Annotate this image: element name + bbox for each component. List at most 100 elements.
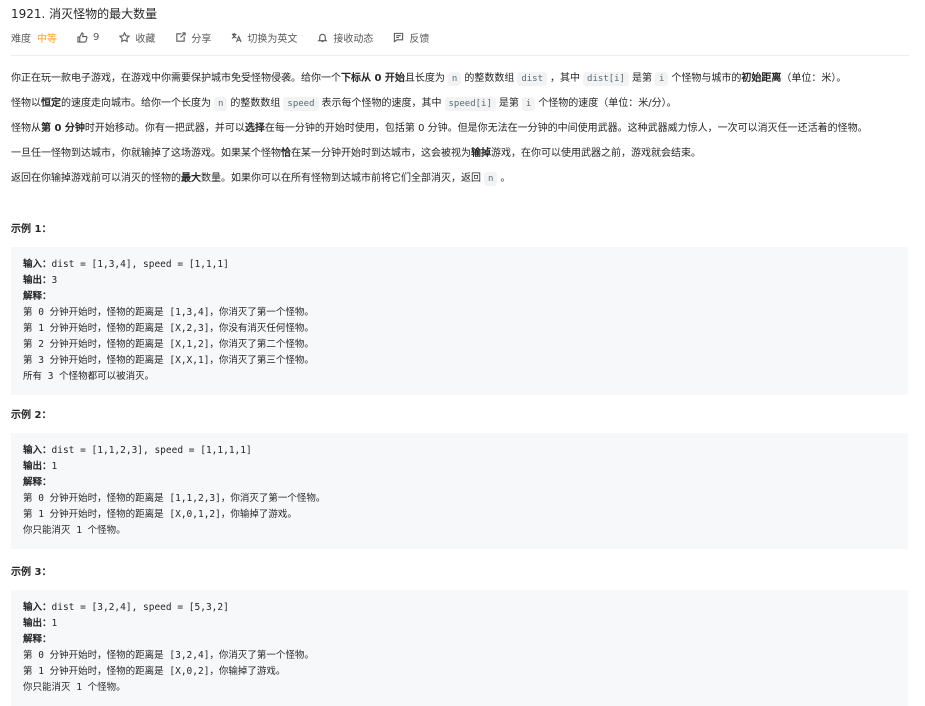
explanation-line: 第 0 分钟开始时，怪物的距离是 [1,3,4]，你消灭了第一个怪物。 [23,307,314,318]
explain-label: 解释： [23,477,52,488]
example-input-line: 输入：dist = [1,3,4], speed = [1,1,1] [23,257,896,273]
text: 一旦任一怪物到达城市，你就输掉了这场游戏。如果某个怪物 [11,147,281,159]
input-value: dist = [1,1,2,3], speed = [1,1,1,1] [51,445,252,456]
text: 游戏，在你可以使用武器之前，游戏就会结束。 [491,147,701,159]
inline-code: n [214,96,228,111]
text: 且长度为 [404,72,445,84]
example-output-line: 输出：3 [23,273,896,289]
text: 数量。如果你可以在所有怪物到达城市前将它们全部消灭，返回 [201,172,481,184]
text: 表示每个怪物的速度，其中 [321,97,442,109]
inline-code: i [521,96,536,111]
example-2-block: 输入：dist = [1,1,2,3], speed = [1,1,1,1] 输… [11,433,908,549]
bold-text: 最大 [181,172,201,184]
example-input-line: 输入：dist = [3,2,4], speed = [5,3,2] [23,600,896,616]
output-label: 输出： [23,618,52,629]
example-explain-line: 解释： [23,289,896,305]
output-label: 输出： [23,461,52,472]
favorite-label: 收藏 [135,33,156,45]
inline-code: dist [517,71,548,86]
text: 在每一分钟的开始时使用，包括第 0 分钟。但是你无法在一分钟的中间使用武器。这种… [264,122,868,134]
text: ，其中 [550,72,581,84]
output-value: 1 [51,618,58,629]
switch-language-label: 切换为英文 [247,33,298,45]
inline-code: speed[i] [444,96,496,111]
output-label: 输出： [23,275,52,286]
output-value: 3 [51,275,58,286]
difficulty-label: 难度 [11,33,31,45]
example-1-block: 输入：dist = [1,3,4], speed = [1,1,1] 输出：3 … [11,247,908,395]
description-paragraph-1: 你正在玩一款电子游戏，在游戏中你需要保护城市免受怪物侵袭。给你一个 下标从 0 … [11,66,911,91]
problem-page: 1921. 消灭怪物的最大数量 难度 中等 9 收藏 分享 切换为英文 接收动态… [0,0,925,706]
text: 的速度走向城市。给你一个长度为 [61,97,211,109]
text: 怪物从 [11,122,41,134]
output-value: 1 [51,461,58,472]
example-1-heading: 示例 1： [11,224,52,235]
like-button[interactable]: 9 [77,32,99,43]
inline-code: n [484,171,498,186]
text: 是第 [498,97,519,109]
feedback-button[interactable]: 反馈 [393,30,429,45]
explanation-line: 第 2 分钟开始时，怪物的距离是 [X,1,2]，你消灭了第二个怪物。 [23,339,314,350]
bold-text: 恰 [281,147,291,159]
problem-description: 你正在玩一款电子游戏，在游戏中你需要保护城市免受怪物侵袭。给你一个 下标从 0 … [11,66,911,191]
bold-text: 输掉 [471,147,491,159]
example-2-heading: 示例 2： [11,410,52,421]
star-icon [119,31,131,43]
switch-language-button[interactable]: 切换为英文 [231,30,297,45]
text: 的整数数组 [464,72,515,84]
thumbs-up-icon [77,31,88,43]
translate-icon [232,32,242,42]
bell-icon [317,33,328,42]
explanation-line: 第 0 分钟开始时，怪物的距离是 [3,2,4]，你消灭了第一个怪物。 [23,650,314,661]
input-label: 输入： [23,259,52,270]
description-paragraph-2: 怪物以 恒定 的速度走向城市。给你一个长度为 n 的整数数组 speed 表示每… [11,91,911,116]
example-input-line: 输入：dist = [1,1,2,3], speed = [1,1,1,1] [23,443,896,459]
explain-label: 解释： [23,634,52,645]
text: 时开始移动。你有一把武器，并可以 [84,122,245,134]
like-count: 9 [93,31,100,43]
explanation-line: 所有 3 个怪物都可以被消灭。 [23,371,155,382]
meta-divider [11,55,909,56]
text: （单位：米）。 [781,72,847,84]
inline-code: dist[i] [583,71,629,86]
explanation-line: 第 1 分钟开始时，怪物的距离是 [X,0,1,2]，你输掉了游戏。 [23,509,297,520]
explanation-line: 你只能消灭 1 个怪物。 [23,525,126,536]
explanation-line: 第 1 分钟开始时，怪物的距离是 [X,0,2]，你输掉了游戏。 [23,666,286,677]
explanation-line: 第 3 分钟开始时，怪物的距离是 [X,X,1]，你消灭了第三个怪物。 [23,355,314,366]
text: 的整数数组 [230,97,281,109]
feedback-label: 反馈 [409,33,430,45]
share-label: 分享 [191,33,212,45]
input-value: dist = [1,3,4], speed = [1,1,1] [51,259,229,270]
notify-button[interactable]: 接收动态 [317,30,373,45]
example-output-line: 输出：1 [23,616,896,632]
text: 。 [500,172,511,184]
bold-text: 初始距离 [741,72,782,84]
text: 是第 [631,72,652,84]
explanation-line: 第 0 分钟开始时，怪物的距离是 [1,1,2,3]，你消灭了第一个怪物。 [23,493,326,504]
text: 怪物以 [11,97,41,109]
example-3-block: 输入：dist = [3,2,4], speed = [5,3,2] 输出：1 … [11,590,908,706]
favorite-button[interactable]: 收藏 [119,30,155,45]
input-label: 输入： [23,445,52,456]
inline-code: n [447,71,462,86]
input-value: dist = [3,2,4], speed = [5,3,2] [51,602,229,613]
text: 在某一分钟开始时到达城市，这会被视为 [291,147,471,159]
text: 个怪物的速度（单位：米/分）。 [538,97,677,109]
example-3-heading: 示例 3： [11,567,52,578]
explanation-line: 你只能消灭 1 个怪物。 [23,682,126,693]
inline-code: speed [283,96,319,111]
bold-text: 恒定 [41,97,61,109]
text: 你正在玩一款电子游戏，在游戏中你需要保护城市免受怪物侵袭。给你一个 [11,72,341,84]
bold-text: 选择 [244,122,265,134]
description-paragraph-3: 怪物从 第 0 分钟 时开始移动。你有一把武器，并可以 选择 在每一分钟的开始时… [11,116,911,141]
share-button[interactable]: 分享 [175,30,211,45]
inline-code: i [654,71,669,86]
bold-text: 第 0 分钟 [41,122,85,134]
description-paragraph-5: 返回在你输掉游戏前可以消灭的怪物的 最大 数量。如果你可以在所有怪物到达城市前将… [11,166,911,191]
feedback-icon [394,32,404,43]
input-label: 输入： [23,602,52,613]
problem-meta-bar: 难度 中等 9 收藏 分享 切换为英文 接收动态 反馈 [11,30,911,45]
example-explain-line: 解释： [23,475,896,491]
description-paragraph-4: 一旦任一怪物到达城市，你就输掉了这场游戏。如果某个怪物 恰 在某一分钟开始时到达… [11,141,911,166]
difficulty-badge: 中等 [37,33,57,45]
